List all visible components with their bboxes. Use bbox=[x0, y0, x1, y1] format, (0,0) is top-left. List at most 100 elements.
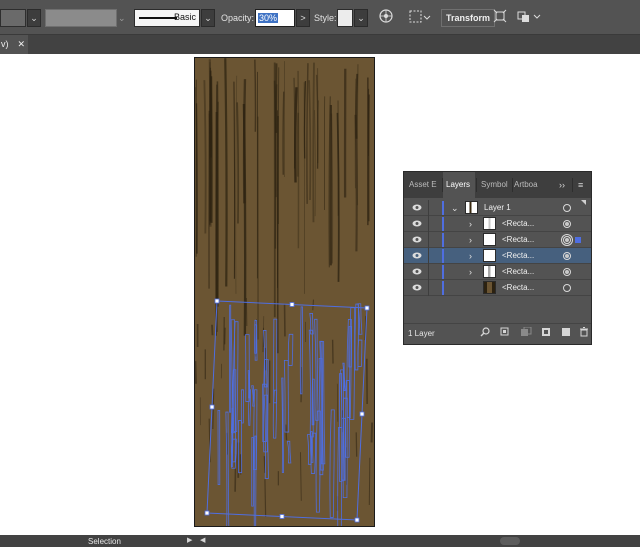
search-icon[interactable] bbox=[480, 327, 490, 341]
close-icon[interactable]: ✕ bbox=[17, 35, 25, 54]
wood-grain-streak bbox=[244, 79, 245, 203]
collect-icon[interactable] bbox=[500, 327, 510, 341]
layer-name[interactable]: <Recta... bbox=[502, 264, 534, 280]
wood-grain-streak bbox=[225, 58, 226, 286]
eye-icon[interactable] bbox=[412, 283, 422, 292]
layer-name[interactable]: <Recta... bbox=[502, 216, 534, 232]
sublayer-row[interactable]: › <Recta... bbox=[404, 216, 591, 232]
wood-grain-streak bbox=[294, 78, 295, 169]
bounding-box-handle[interactable] bbox=[290, 303, 294, 307]
target-icon[interactable] bbox=[563, 268, 571, 276]
wood-grain-streak bbox=[265, 479, 266, 517]
wood-grain-streak bbox=[295, 87, 296, 182]
layer-count-label: 1 Layer bbox=[408, 327, 435, 341]
opacity-input[interactable]: 30% bbox=[255, 9, 295, 27]
layer-name[interactable]: <Recta... bbox=[502, 232, 534, 248]
target-icon[interactable] bbox=[563, 236, 571, 244]
recolor-artwork-icon[interactable] bbox=[379, 9, 393, 28]
clipping-mask-icon[interactable] bbox=[520, 327, 532, 341]
tab-artboards[interactable]: Artboa bbox=[514, 172, 542, 198]
panel-menu-icon[interactable]: ≡ bbox=[578, 172, 583, 198]
eye-icon[interactable] bbox=[412, 235, 422, 244]
target-icon[interactable] bbox=[563, 284, 571, 292]
new-layer-icon[interactable] bbox=[561, 327, 571, 341]
wood-grain-streak bbox=[313, 300, 314, 311]
wood-grain-streak bbox=[369, 458, 370, 505]
target-icon[interactable] bbox=[563, 252, 571, 260]
panel-more-icon[interactable]: ›› bbox=[559, 172, 565, 198]
tab-symbols[interactable]: Symbol bbox=[481, 172, 511, 198]
sublayer-row[interactable]: <Recta... bbox=[404, 280, 591, 296]
layer-name[interactable]: <Recta... bbox=[502, 248, 534, 264]
chevron-right-icon[interactable]: › bbox=[469, 216, 472, 232]
eye-icon[interactable] bbox=[412, 203, 422, 212]
brush-label: Basic bbox=[174, 12, 196, 22]
tab-asset-export[interactable]: Asset E bbox=[409, 172, 442, 198]
wood-grain-streak bbox=[356, 115, 357, 251]
style-label: Style: bbox=[314, 9, 337, 27]
trash-icon[interactable] bbox=[579, 327, 589, 341]
style-dropdown[interactable]: ⌄ bbox=[354, 9, 368, 27]
wood-grain-streak bbox=[195, 361, 196, 384]
wood-texture bbox=[195, 58, 375, 527]
eye-icon[interactable] bbox=[412, 219, 422, 228]
opacity-expand-button[interactable]: > bbox=[296, 9, 310, 27]
bounding-box-handle[interactable] bbox=[215, 299, 219, 303]
layer-thumbnail bbox=[465, 201, 478, 214]
horizontal-scrollbar[interactable] bbox=[500, 537, 520, 545]
sublayer-row[interactable]: › <Recta... bbox=[404, 248, 591, 264]
layer-row[interactable]: ⌄ Layer 1 bbox=[404, 200, 591, 216]
sublayer-row[interactable]: › <Recta... bbox=[404, 232, 591, 248]
brush-dropdown[interactable]: ⌄ bbox=[201, 9, 215, 27]
sublayer-row[interactable]: › <Recta... bbox=[404, 264, 591, 280]
bounding-box-handle[interactable] bbox=[205, 511, 209, 515]
target-icon[interactable] bbox=[563, 220, 571, 228]
chevron-down-icon[interactable]: ⌄ bbox=[451, 200, 459, 216]
wood-grain-streak bbox=[278, 67, 279, 224]
selected-art-icon[interactable] bbox=[575, 237, 581, 243]
bounding-box-handle[interactable] bbox=[355, 518, 359, 522]
arrange-icon[interactable] bbox=[517, 9, 543, 30]
align-to-icon[interactable] bbox=[409, 9, 433, 30]
stroke-swatch[interactable] bbox=[45, 9, 117, 27]
layer-name[interactable]: Layer 1 bbox=[484, 200, 511, 216]
layer-thumbnail bbox=[483, 233, 496, 246]
new-sublayer-icon[interactable] bbox=[541, 327, 551, 341]
wood-grain-streak bbox=[313, 63, 314, 223]
target-icon[interactable] bbox=[563, 204, 571, 212]
fill-dropdown[interactable]: ⌄ bbox=[27, 9, 41, 27]
bounding-box-handle[interactable] bbox=[360, 412, 364, 416]
layer-color-bar bbox=[442, 217, 444, 231]
bounding-box-handle[interactable] bbox=[365, 306, 369, 310]
column-separator bbox=[428, 200, 429, 216]
status-menu-arrow-icon[interactable]: ▶ bbox=[187, 535, 192, 547]
layer-color-bar bbox=[442, 249, 444, 263]
column-separator bbox=[428, 264, 429, 280]
previous-arrow-icon[interactable]: ◀ bbox=[200, 535, 205, 547]
chevron-right-icon[interactable]: › bbox=[469, 248, 472, 264]
layer-name[interactable]: <Recta... bbox=[502, 280, 534, 296]
fill-swatch[interactable] bbox=[0, 9, 26, 27]
stroke-dropdown[interactable]: ⌄ bbox=[118, 9, 126, 27]
wood-grain-streak bbox=[255, 60, 256, 132]
brush-definition-box[interactable]: Basic bbox=[134, 9, 200, 27]
document-tab-bar: v) ✕ bbox=[0, 35, 640, 54]
eye-icon[interactable] bbox=[412, 251, 422, 260]
layer-thumbnail bbox=[483, 249, 496, 262]
bounding-box-handle[interactable] bbox=[210, 405, 214, 409]
style-swatch[interactable] bbox=[337, 9, 353, 27]
bounding-box-handle[interactable] bbox=[280, 515, 284, 519]
tab-layers[interactable]: Layers bbox=[443, 172, 475, 198]
document-tab[interactable]: v) ✕ bbox=[0, 35, 28, 54]
transform-button[interactable]: Transform bbox=[441, 9, 495, 27]
chevron-right-icon[interactable]: › bbox=[469, 232, 472, 248]
artboard[interactable] bbox=[194, 57, 375, 527]
isolate-icon[interactable] bbox=[493, 9, 507, 28]
layers-panel: Asset E Layers Symbol Artboa ›› ≡ ⌄ Laye… bbox=[403, 171, 592, 345]
chevron-right-icon[interactable]: › bbox=[469, 264, 472, 280]
column-separator bbox=[428, 216, 429, 232]
layer-thumbnail bbox=[483, 265, 496, 278]
eye-icon[interactable] bbox=[412, 267, 422, 276]
wood-grain-streak bbox=[372, 423, 373, 443]
wood-grain-streak bbox=[298, 113, 299, 177]
